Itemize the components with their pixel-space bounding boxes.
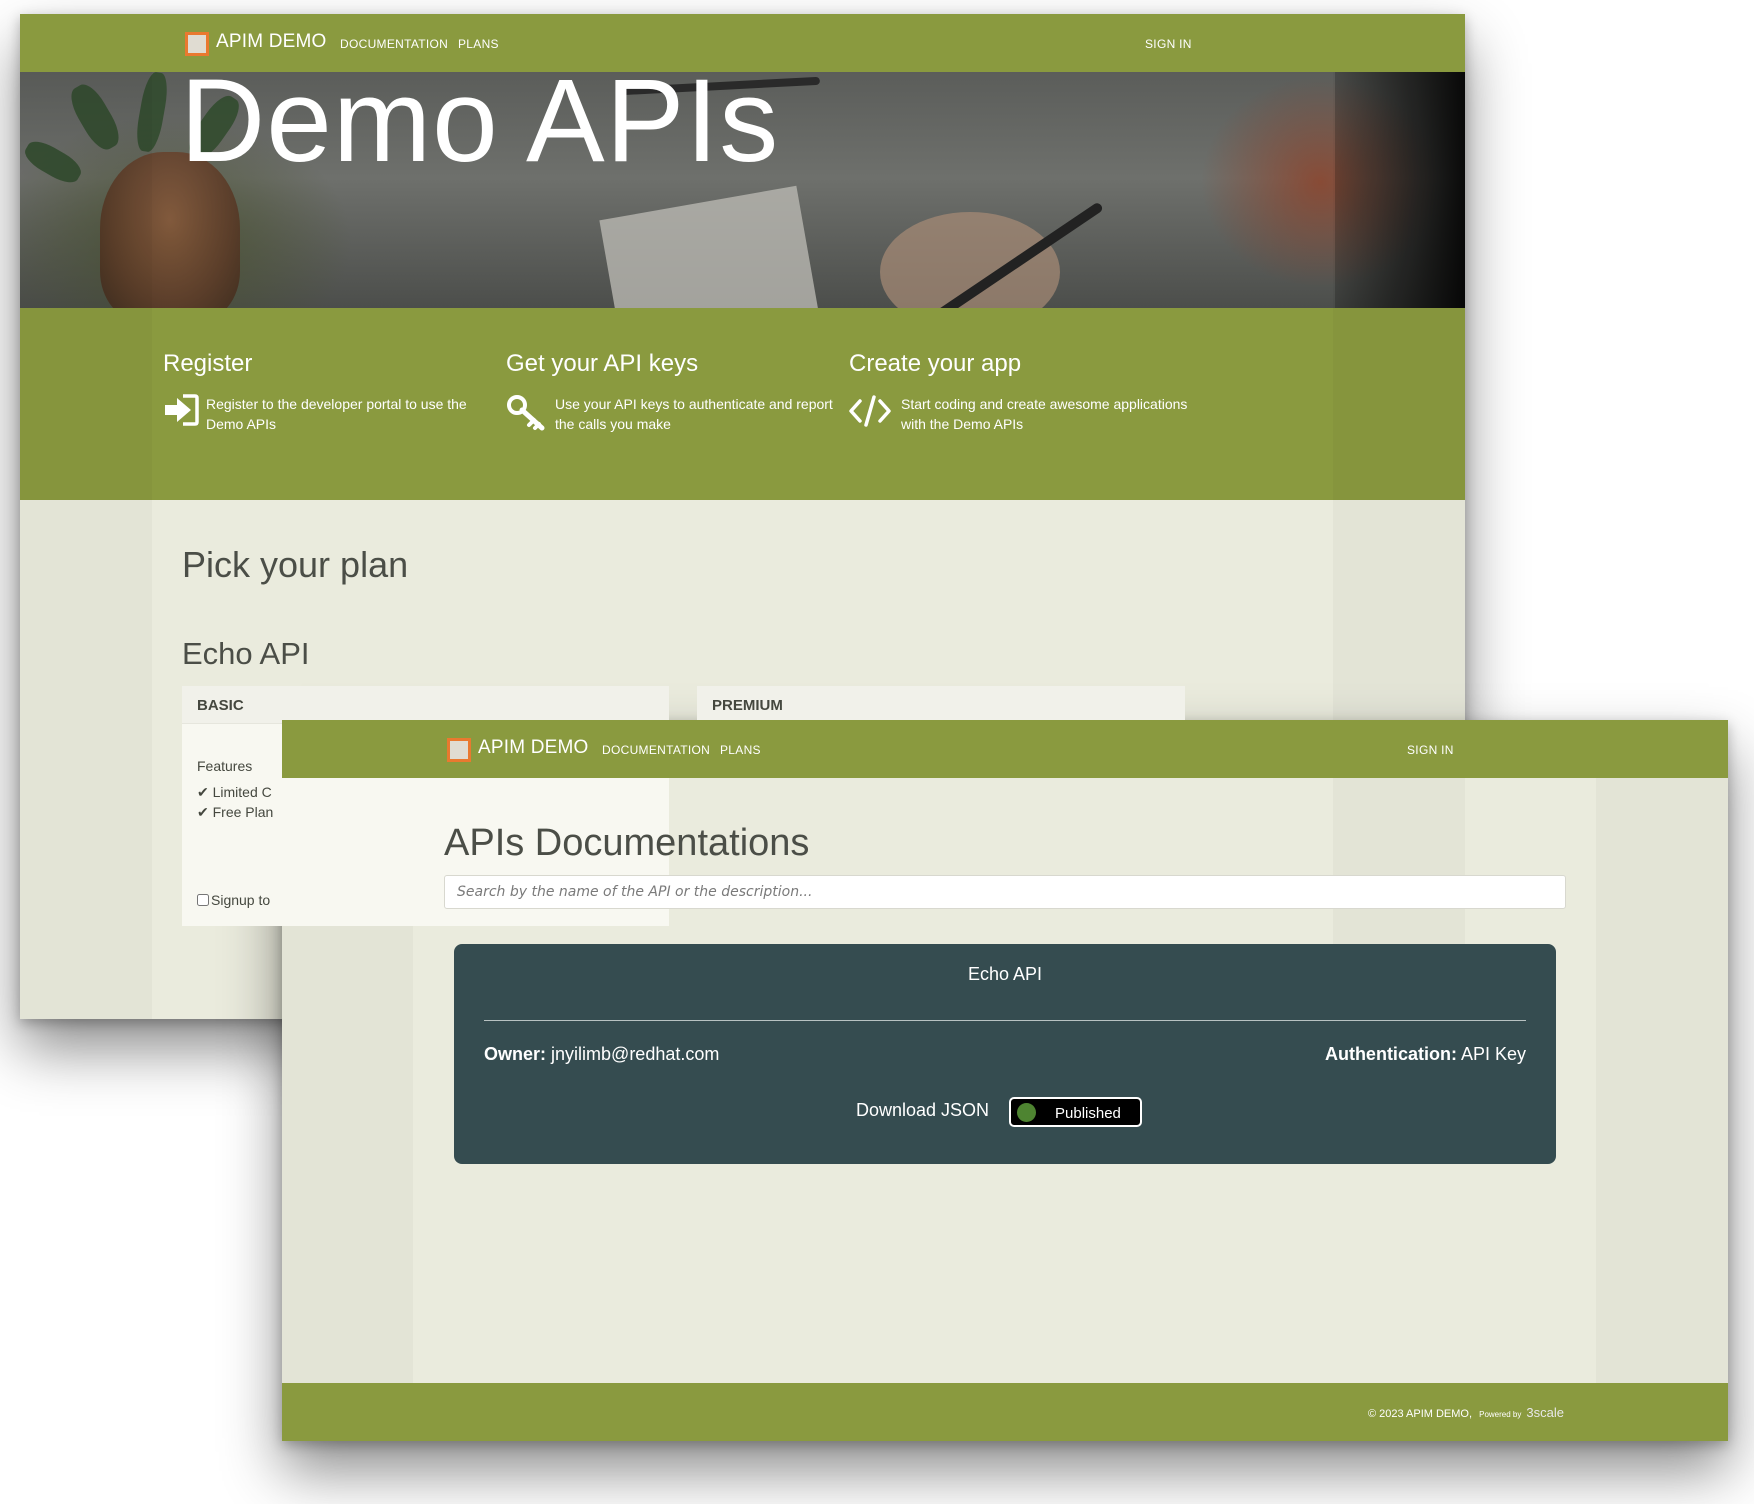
pick-plan-heading: Pick your plan [182,544,409,585]
docs-window: APIM DEMO DOCUMENTATION PLANS SIGN IN AP… [282,720,1728,1441]
hero-title: Demo APIs [180,55,780,187]
threescale-logo[interactable]: 3scale [1526,1405,1564,1420]
published-toggle[interactable]: Published [1009,1097,1142,1127]
nav-documentation-link[interactable]: DOCUMENTATION [340,37,448,51]
top-navbar: APIM DEMO DOCUMENTATION PLANS SIGN IN [282,720,1728,778]
step-description: Start coding and create awesome applicat… [901,396,1188,432]
check-icon: ✔ [197,784,209,800]
signup-checkbox[interactable] [197,894,209,906]
signup-label: Signup to [211,892,271,908]
step-description: Use your API keys to authenticate and re… [555,396,833,432]
nav-plans-link[interactable]: PLANS [720,743,761,757]
features-label: Features [197,758,253,774]
divider [484,1020,1526,1021]
key-icon [506,394,546,437]
feature-item: ✔ Limited C [197,784,272,801]
brand-name[interactable]: APIM DEMO [478,737,589,759]
footer: © 2023 APIM DEMO, Powered by 3scale [282,1383,1728,1441]
nav-sign-in-link[interactable]: SIGN IN [1407,743,1454,757]
toggle-label: Published [1055,1105,1121,1122]
download-json-link[interactable]: Download JSON [856,1100,989,1121]
page-title: APIs Documentations [444,822,810,864]
step-title: Register [163,350,253,377]
step-api-keys: Get your API keys Use your API keys to a… [506,350,833,432]
plant-leaf-shape [133,72,171,154]
step-register: Register Register to the developer porta… [163,350,467,432]
api-name[interactable]: Echo API [454,964,1556,985]
code-icon [849,394,891,433]
plant-leaf-shape [64,79,126,155]
owner-info: Owner: jnyilimb@redhat.com [484,1044,719,1065]
step-create-app: Create your app Start coding and create … [849,350,1187,432]
toggle-knob [1017,1103,1036,1122]
owner-label: Owner: [484,1044,547,1064]
footer-text: © 2023 APIM DEMO, Powered by 3scale [1368,1405,1564,1420]
api-plan-title: Echo API [182,636,310,671]
plant-leaf-shape [20,135,86,189]
powered-by-text: Powered by [1479,1410,1522,1419]
owner-email: jnyilimb@redhat.com [551,1044,720,1064]
plan-name: BASIC [182,686,669,724]
sign-in-arrow-icon [163,394,199,431]
signup-checkbox-row[interactable]: Signup to [197,892,270,908]
brand-name[interactable]: APIM DEMO [216,31,327,53]
brand-logo-icon[interactable] [447,738,471,762]
check-icon: ✔ [197,804,209,820]
search-input[interactable] [444,875,1566,909]
brand-logo-icon[interactable] [185,32,209,56]
nav-plans-link[interactable]: PLANS [458,37,499,51]
right-gutter [1596,720,1728,1441]
api-card: Echo API Owner: jnyilimb@redhat.com Auth… [454,944,1556,1164]
feature-text: Limited C [212,784,272,800]
plan-name: PREMIUM [697,686,1185,724]
step-description: Register to the developer portal to use … [206,396,467,432]
feature-text: Free Plan [212,804,274,820]
step-title: Create your app [849,350,1022,377]
step-title: Get your API keys [506,350,699,377]
paper-shape [599,185,821,308]
hero-shadow [1335,72,1465,308]
nav-sign-in-link[interactable]: SIGN IN [1145,37,1192,51]
auth-info: Authentication: API Key [1325,1044,1526,1065]
feature-item: ✔ Free Plan [197,804,273,821]
copyright-text: © 2023 APIM DEMO, [1367,1408,1473,1420]
nav-documentation-link[interactable]: DOCUMENTATION [602,743,710,757]
auth-type: API Key [1460,1044,1526,1064]
auth-label: Authentication: [1324,1044,1457,1064]
